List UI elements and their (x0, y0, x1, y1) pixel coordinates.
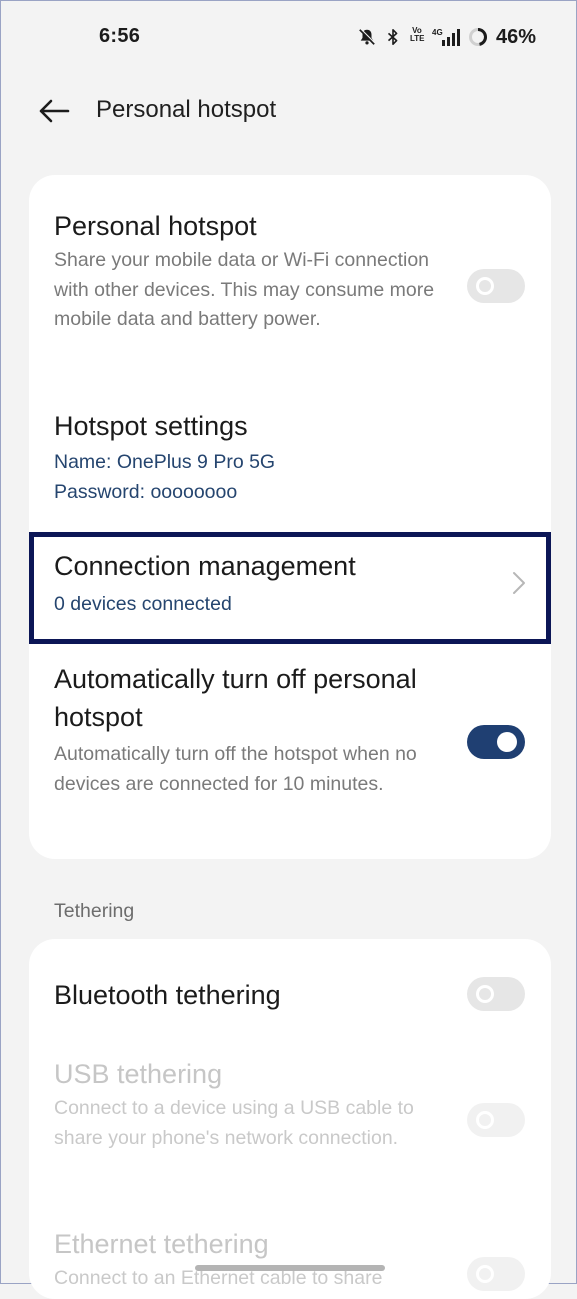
svg-text:4G: 4G (432, 28, 443, 37)
bluetooth-tethering-toggle[interactable] (467, 977, 525, 1011)
usb-tethering-row: USB tethering Connect to a device using … (54, 1056, 434, 1153)
auto-turn-off-title: Automatically turn off personal hotspot (54, 664, 417, 732)
tethering-section-label: Tethering (54, 900, 135, 922)
status-bar: 6:56 Vo LTE 4G 46% (1, 1, 576, 73)
usb-tethering-title: USB tethering (54, 1059, 223, 1089)
status-icons: Vo LTE 4G 46% (358, 25, 536, 49)
bell-muted-icon (358, 27, 376, 47)
battery-ring-icon (468, 27, 488, 47)
usb-tethering-toggle (467, 1103, 525, 1137)
ethernet-tethering-toggle (467, 1257, 525, 1291)
toggle-knob (476, 277, 494, 295)
signal-4g-icon: 4G (432, 27, 460, 47)
bluetooth-tethering-row[interactable]: Bluetooth tethering (54, 977, 526, 1013)
auto-turn-off-toggle[interactable] (467, 725, 525, 759)
toggle-knob (476, 1111, 494, 1129)
auto-turn-off-row[interactable]: Automatically turn off personal hotspot … (54, 660, 454, 799)
hotspot-settings-row[interactable]: Hotspot settings Name: OnePlus 9 Pro 5G … (54, 408, 526, 507)
personal-hotspot-row[interactable]: Personal hotspot Share your mobile data … (54, 208, 449, 335)
app-bar: Personal hotspot (1, 87, 576, 135)
bluetooth-tethering-title: Bluetooth tethering (54, 980, 281, 1010)
volte-indicator: Vo LTE (409, 26, 425, 43)
home-indicator[interactable] (195, 1265, 385, 1271)
ethernet-tethering-title: Ethernet tethering (54, 1229, 269, 1259)
hotspot-password: Password: oooooooo (54, 480, 238, 503)
hotspot-name: Name: OnePlus 9 Pro 5G (54, 451, 276, 473)
toggle-knob (476, 1265, 494, 1283)
personal-hotspot-title: Personal hotspot (54, 211, 257, 241)
personal-hotspot-toggle[interactable] (467, 269, 525, 303)
hotspot-settings-card: Personal hotspot Share your mobile data … (29, 175, 551, 859)
bluetooth-icon (384, 27, 402, 47)
status-time: 6:56 (99, 25, 141, 47)
page-title: Personal hotspot (96, 96, 277, 123)
hotspot-settings-title: Hotspot settings (54, 411, 248, 441)
battery-percent: 46% (495, 25, 536, 48)
ethernet-tethering-row: Ethernet tethering Connect to an Etherne… (54, 1226, 444, 1294)
personal-hotspot-description: Share your mobile data or Wi-Fi connecti… (54, 249, 435, 330)
toggle-knob (497, 732, 517, 752)
arrow-left-icon[interactable] (37, 97, 71, 125)
usb-tethering-description: Connect to a device using a USB cable to… (54, 1097, 414, 1149)
tethering-card: Bluetooth tethering USB tethering Connec… (29, 939, 551, 1299)
auto-turn-off-description: Automatically turn off the hotspot when … (54, 743, 417, 795)
toggle-knob (476, 985, 494, 1003)
selection-highlight (29, 532, 551, 644)
